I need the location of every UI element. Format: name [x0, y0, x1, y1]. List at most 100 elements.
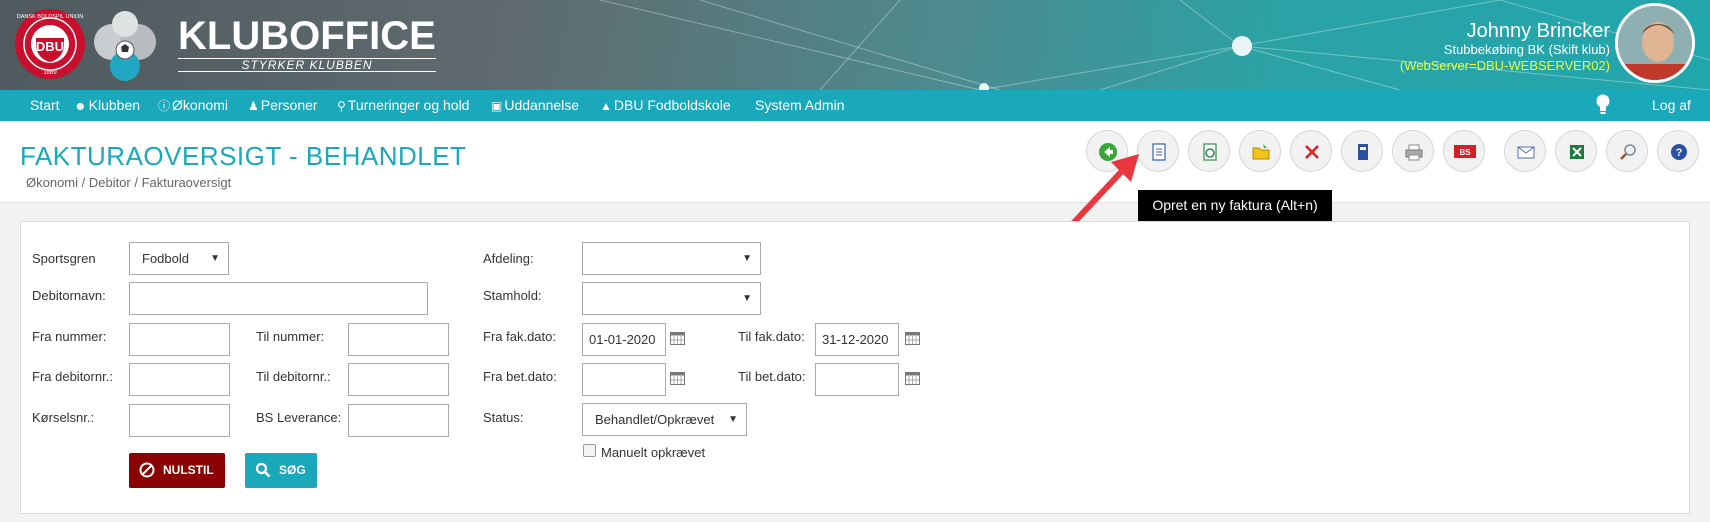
betalingsservice-button[interactable]: BS — [1443, 130, 1485, 172]
print-button[interactable] — [1392, 130, 1434, 172]
calendar-icon[interactable] — [670, 372, 685, 385]
calendar-icon[interactable] — [905, 372, 920, 385]
fra-nummer-input[interactable] — [129, 323, 230, 356]
trophy-icon: ⚲ — [337, 99, 346, 113]
chevron-down-icon: ▼ — [742, 253, 752, 264]
status-select[interactable]: Behandlet/Opkrævet ▼ — [582, 403, 747, 436]
brand: KLUBOFFICE STYRKER KLUBBEN — [178, 14, 436, 72]
avatar[interactable] — [1615, 3, 1695, 83]
excel-icon — [1570, 145, 1584, 159]
page-header: FAKTURAOVERSIGT - BEHANDLET Økonomi / De… — [0, 121, 1710, 203]
fra-debitornr-input[interactable] — [129, 363, 230, 396]
debitornavn-input[interactable] — [129, 282, 428, 315]
til-debitornr-label: Til debitornr.: — [256, 369, 331, 384]
printer-icon — [1405, 144, 1423, 161]
nav-klubben-label: Klubben — [88, 97, 141, 113]
afdeling-select[interactable]: ▼ — [582, 242, 761, 275]
nav-uddannelse-label: Uddannelse — [504, 97, 580, 113]
til-bet-dato-input[interactable] — [815, 363, 899, 396]
filter-panel: Sportsgren Fodbold ▼ Debitornavn: Fra num… — [20, 221, 1690, 514]
user-info: Johnny Brincker Stubbekøbing BK (Skift k… — [1400, 20, 1610, 74]
folder-open-icon — [1252, 144, 1270, 160]
search-zoom-button[interactable] — [1606, 130, 1648, 172]
nav-start[interactable]: Start — [30, 90, 60, 121]
main-nav: Start ☻ Klubben ⓘ Økonomi ♟ Personer ⚲ Turne… — [0, 90, 1710, 121]
logo-year: 1889 — [43, 70, 57, 76]
til-fak-dato-input[interactable]: 31-12-2020 — [815, 323, 899, 356]
debitornavn-label: Debitornavn: — [32, 288, 106, 303]
betalingsservice-icon: BS — [1454, 145, 1476, 158]
manuelt-checkbox[interactable] — [583, 444, 596, 457]
logo-ring-text: DANSK BOLDSPIL UNION — [17, 14, 83, 20]
chevron-down-icon: ▼ — [728, 414, 738, 425]
til-bet-dato-label: Til bet.dato: — [738, 369, 806, 384]
nav-fodboldskole[interactable]: ▲ DBU Fodboldskole — [600, 90, 731, 121]
fra-fak-dato-input[interactable]: 01-01-2020 — [582, 323, 666, 356]
til-nummer-label: Til nummer: — [256, 329, 325, 344]
nav-klubben[interactable]: ☻ Klubben — [74, 90, 140, 121]
calendar-icon[interactable] — [670, 332, 685, 345]
help-button[interactable]: ? — [1657, 130, 1699, 172]
search-label: SØG — [279, 463, 306, 477]
fra-bet-dato-input[interactable] — [582, 363, 666, 396]
help-icon: ? — [1671, 144, 1687, 160]
toolbar-tooltip: Opret en ny faktura (Alt+n) — [1138, 190, 1332, 221]
korselsnr-input[interactable] — [129, 404, 230, 437]
reset-label: NULSTIL — [163, 463, 214, 477]
sportsgren-select[interactable]: Fodbold ▼ — [129, 242, 229, 275]
open-folder-button[interactable] — [1239, 130, 1281, 172]
stamhold-select[interactable]: ▼ — [582, 282, 761, 315]
nav-personer[interactable]: ♟ Personer — [248, 90, 318, 121]
ban-icon — [139, 462, 155, 478]
nav-turneringer[interactable]: ⚲ Turneringer og hold — [337, 90, 469, 121]
graduation-cap-icon: ▲ — [600, 99, 612, 113]
envelope-icon — [1517, 146, 1535, 159]
nav-system-admin[interactable]: System Admin — [755, 90, 844, 121]
til-debitornr-input[interactable] — [348, 363, 449, 396]
status-label: Status: — [483, 410, 524, 425]
calendar-icon[interactable] — [905, 332, 920, 345]
book-icon — [1358, 144, 1368, 160]
logout-label: Log af — [1652, 97, 1691, 113]
status-value: Behandlet/Opkrævet — [595, 412, 715, 427]
delete-x-icon — [1305, 145, 1319, 159]
til-nummer-input[interactable] — [348, 323, 449, 356]
nav-okonomi[interactable]: ⓘ Økonomi — [158, 90, 228, 121]
person-icon: ♟ — [248, 99, 259, 113]
refresh-button[interactable] — [1188, 130, 1230, 172]
fra-fak-dato-label: Fra fak.dato: — [483, 329, 556, 344]
email-button[interactable] — [1504, 130, 1546, 172]
user-name: Johnny Brincker — [1466, 20, 1610, 42]
bookmark-button[interactable] — [1341, 130, 1383, 172]
server-info: (WebServer=DBU-WEBSERVER02) — [1399, 58, 1610, 73]
delete-button[interactable] — [1290, 130, 1332, 172]
fra-bet-dato-label: Fra bet.dato: — [483, 369, 557, 384]
breadcrumb: Økonomi / Debitor / Fakturaoversigt — [26, 175, 232, 190]
people-icon: ☻ — [74, 99, 87, 113]
sportsgren-label: Sportsgren — [32, 251, 96, 266]
til-fak-dato-label: Til fak.dato: — [738, 329, 805, 344]
monitor-icon: ▣ — [491, 99, 503, 113]
new-document-icon — [1152, 143, 1166, 161]
logo-dbu-text: DBU — [36, 39, 64, 54]
search-icon — [255, 462, 271, 478]
switch-club-link[interactable]: Stubbekøbing BK (Skift klub) — [1400, 42, 1610, 58]
excel-export-button[interactable] — [1555, 130, 1597, 172]
reset-button[interactable]: NULSTIL — [129, 453, 225, 488]
magnifier-icon — [1620, 144, 1636, 160]
chevron-down-icon: ▼ — [210, 253, 220, 264]
bs-leverance-input[interactable] — [348, 404, 449, 437]
nav-uddannelse[interactable]: ▣ Uddannelse — [491, 90, 579, 121]
coin-icon: ⓘ — [158, 99, 171, 113]
brand-title: KLUBOFFICE — [178, 14, 436, 58]
nav-personer-label: Personer — [260, 97, 318, 113]
logout-link[interactable]: Log af — [1652, 90, 1691, 121]
refresh-document-icon — [1203, 143, 1217, 161]
fra-nummer-label: Fra nummer: — [32, 329, 107, 344]
afdeling-label: Afdeling: — [483, 251, 534, 266]
svg-text:?: ? — [1676, 147, 1683, 159]
lightbulb-icon[interactable] — [1596, 94, 1610, 116]
page-title: FAKTURAOVERSIGT - BEHANDLET — [20, 141, 467, 171]
search-button[interactable]: SØG — [245, 453, 317, 488]
nav-fodboldskole-label: DBU Fodboldskole — [613, 97, 731, 113]
